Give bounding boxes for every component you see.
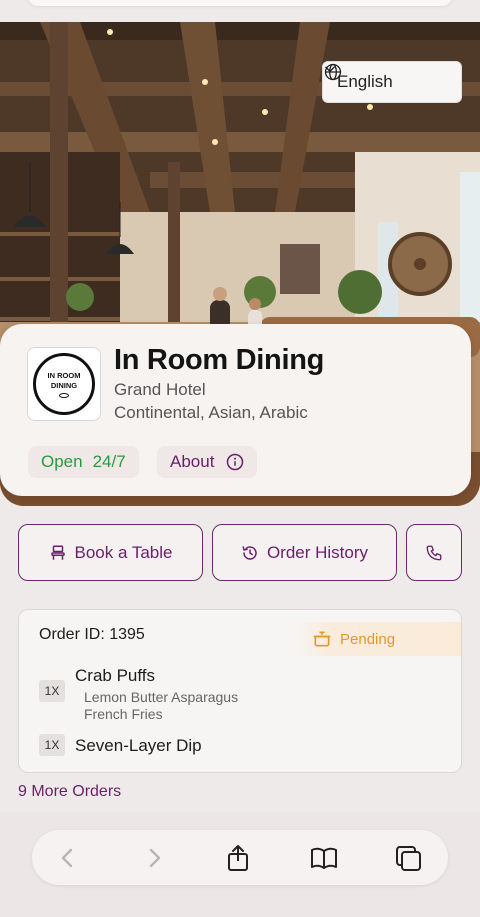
chair-icon: [50, 545, 65, 560]
item-addon: French Fries: [84, 706, 163, 722]
about-button[interactable]: About: [157, 446, 258, 478]
info-icon: [227, 453, 244, 471]
open-label: Open: [41, 452, 83, 471]
forward-icon[interactable]: [140, 843, 170, 873]
item-addon: Lemon Butter Asparagus: [84, 689, 239, 705]
logo-text-line1: IN ROOM: [47, 370, 81, 380]
restaurant-info-card: IN ROOM DINING In Room Dining Grand Hote…: [0, 324, 471, 496]
more-orders-link[interactable]: 9 More Orders: [18, 783, 121, 801]
phone-icon: [426, 545, 442, 560]
hotel-name: Grand Hotel: [114, 380, 206, 399]
back-icon[interactable]: [52, 843, 82, 873]
order-status-label: Pending: [340, 630, 396, 648]
search-pill: [28, 0, 452, 6]
language-selector[interactable]: English: [322, 61, 462, 103]
tabs-icon[interactable]: [394, 843, 424, 873]
book-table-label: Book a Table: [74, 542, 173, 562]
bookmarks-icon[interactable]: [309, 843, 339, 873]
cooking-pot-icon: [313, 631, 331, 647]
logo-text-line2: DINING: [50, 380, 78, 390]
book-table-button[interactable]: Book a Table: [18, 524, 203, 581]
order-status-badge: Pending: [294, 622, 461, 656]
call-button[interactable]: [406, 524, 462, 581]
order-id: Order ID: 1395: [39, 626, 145, 643]
order-history-button[interactable]: Order History: [212, 524, 397, 581]
chevron-down-icon: [325, 66, 335, 73]
item-quantity: 1X: [39, 680, 65, 702]
restaurant-logo: IN ROOM DINING: [27, 347, 101, 421]
cuisine-list: Continental, Asian, Arabic: [114, 403, 308, 422]
item-name: Seven-Layer Dip: [75, 736, 202, 755]
open-hours-badge: Open 24/7: [28, 446, 139, 478]
logo-eye-icon: [59, 392, 69, 398]
logo-circle: IN ROOM DINING: [33, 353, 95, 415]
current-order-card[interactable]: Order ID: 1395 Pending 1X Crab Puffs Lem…: [18, 609, 462, 773]
language-label: English: [337, 72, 393, 91]
restaurant-name: In Room Dining: [114, 344, 325, 376]
top-strip: [0, 0, 480, 22]
share-icon[interactable]: [223, 843, 253, 873]
open-hours: 24/7: [92, 452, 126, 471]
item-name: Crab Puffs: [75, 666, 156, 685]
order-history-label: Order History: [266, 542, 369, 562]
item-quantity: 1X: [39, 734, 65, 756]
history-icon: [242, 545, 257, 560]
about-label: About: [170, 452, 215, 471]
